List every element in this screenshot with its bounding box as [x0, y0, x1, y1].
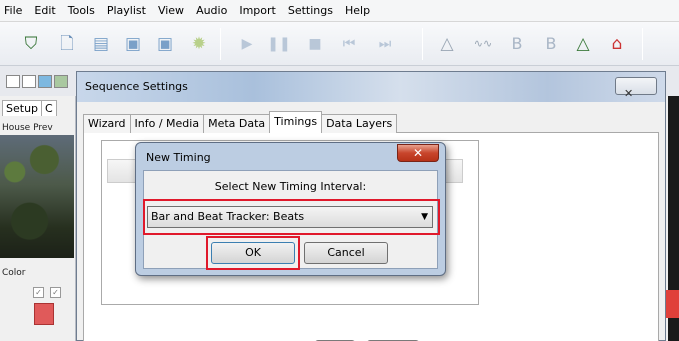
sequence-settings-title: Sequence Settings: [85, 80, 188, 93]
sequence-settings-titlebar[interactable]: Sequence Settings ✕: [77, 72, 665, 102]
color-swatch[interactable]: [34, 303, 54, 325]
open-folder-icon[interactable]: ▤: [88, 32, 114, 56]
pause-icon[interactable]: ❚❚: [266, 32, 292, 56]
wave-icon[interactable]: ∿∿: [470, 32, 496, 56]
b-icon[interactable]: B: [504, 32, 530, 56]
menu-audio[interactable]: Audio: [196, 4, 227, 17]
tab-wizard[interactable]: Wizard: [83, 114, 131, 133]
house-preview-label: House Prev: [2, 123, 53, 133]
menu-bar: File Edit Tools Playlist View Audio Impo…: [0, 0, 679, 22]
tab-setup[interactable]: Setup: [2, 100, 43, 116]
sequence-settings-tabs: Wizard Info / Media Meta Data Timings Da…: [83, 111, 398, 133]
color-checkbox[interactable]: ✓: [50, 287, 61, 298]
house-preview-image: [0, 135, 74, 258]
toolbar-separator: [642, 28, 643, 60]
color-square: [54, 75, 68, 88]
ok-highlight-box: [206, 236, 300, 270]
color-square: [6, 75, 20, 88]
timing-interval-prompt: Select New Timing Interval:: [214, 180, 367, 193]
close-icon: ✕: [624, 87, 634, 100]
stop-icon[interactable]: ■: [302, 32, 328, 56]
new-file-icon[interactable]: 🗋: [54, 32, 80, 56]
toolbar: ⛉ 🗋 ▤ ▣ ▣ ✹ ▶ ❚❚ ■ ⏮ ⏭ △ ∿∿ B B △ ⌂: [0, 22, 679, 66]
b-icon[interactable]: B: [538, 32, 564, 56]
color-label: Color: [2, 268, 26, 278]
right-red-swatch: [665, 290, 679, 318]
triangle-icon[interactable]: △: [434, 32, 460, 56]
save-icon[interactable]: ▣: [120, 32, 146, 56]
cancel-button[interactable]: Cancel: [304, 242, 388, 264]
menu-help[interactable]: Help: [345, 4, 370, 17]
new-timing-dialog: New Timing ✕ Select New Timing Interval:…: [135, 142, 446, 276]
tab-meta-data[interactable]: Meta Data: [203, 114, 271, 133]
tree-icon[interactable]: △: [570, 32, 596, 56]
menu-playlist[interactable]: Playlist: [107, 4, 146, 17]
menu-edit[interactable]: Edit: [34, 4, 55, 17]
menu-settings[interactable]: Settings: [288, 4, 333, 17]
menu-file[interactable]: File: [4, 4, 22, 17]
new-timing-content: Select New Timing Interval: Bar and Beat…: [143, 170, 440, 270]
settings-icon[interactable]: ✹: [186, 32, 212, 56]
rewind-icon[interactable]: ⏮: [336, 32, 362, 56]
house-icon[interactable]: ⌂: [604, 32, 630, 56]
menu-import[interactable]: Import: [239, 4, 276, 17]
toolbar-separator: [422, 28, 423, 60]
tab-info-media[interactable]: Info / Media: [129, 114, 205, 133]
close-icon: ✕: [412, 146, 424, 160]
color-square: [38, 75, 52, 88]
play-icon[interactable]: ▶: [234, 32, 260, 56]
fast-forward-icon[interactable]: ⏭: [372, 32, 398, 56]
menu-view[interactable]: View: [158, 4, 184, 17]
toolbar-separator: [220, 28, 221, 60]
color-square: [22, 75, 36, 88]
new-timing-title: New Timing: [146, 151, 211, 164]
save-as-icon[interactable]: ▣: [152, 32, 178, 56]
tab-timings[interactable]: Timings: [269, 111, 323, 133]
close-button[interactable]: ✕: [397, 144, 439, 162]
close-button[interactable]: ✕: [615, 77, 657, 100]
color-checkbox[interactable]: ✓: [33, 287, 44, 298]
menu-tools[interactable]: Tools: [68, 4, 95, 17]
left-panel-tabs: Setup C: [2, 100, 57, 116]
tab-data-layers[interactable]: Data Layers: [321, 114, 398, 133]
tab-c[interactable]: C: [41, 100, 57, 116]
filter-icon[interactable]: ⛉: [18, 32, 44, 56]
select-highlight-box: [143, 199, 440, 235]
